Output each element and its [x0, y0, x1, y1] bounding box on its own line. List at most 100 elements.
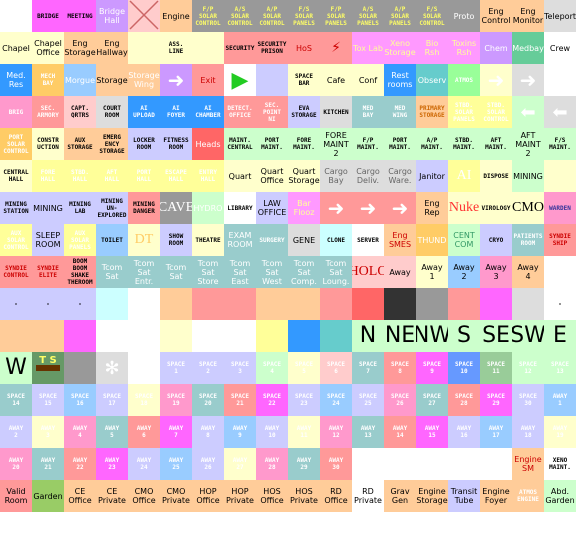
cross-icon: [128, 0, 160, 32]
area-tile-space-5: SPACE 5: [288, 352, 320, 384]
area-tile-grid: BRIDGE MEETING Bridge Hall Engine F/P SOLAR …: [0, 0, 576, 544]
area-tile-tox-lab: Tox Lab: [352, 32, 384, 64]
area-tile-label: BRIG: [8, 108, 24, 116]
area-tile-away-6: AWAY 6: [128, 416, 160, 448]
area-tile-aux-solar-panels: AUX SOLAR PANELS: [64, 224, 96, 256]
area-tile-label: F/S MAINT.: [549, 137, 571, 151]
area-tile-away-3: Away 3: [480, 256, 512, 288]
area-tile-space-29: SPACE 29: [480, 384, 512, 416]
area-tile-label: AWAY 30: [328, 457, 344, 471]
area-tile-server: SERVER: [352, 224, 384, 256]
area-tile-a-s-solar-control: A/S SOLAR CONTROL: [224, 0, 256, 32]
area-tile-label: Crew: [549, 43, 571, 53]
area-tile-space-2: SPACE 2: [192, 352, 224, 384]
area-tile-hos-private: HOS Private: [288, 480, 320, 512]
area-tile-blank: [192, 288, 224, 320]
area-tile-rest-rooms: Rest rooms: [384, 64, 416, 96]
area-tile-away-2: AWAY 2: [0, 416, 32, 448]
area-tile-label: SPACE 14: [6, 393, 26, 407]
area-tile-label: SPACE 12: [518, 361, 538, 375]
area-tile-label: AWAY 21: [40, 457, 56, 471]
area-tile-label: Morgue: [64, 75, 95, 85]
area-tile-label: A/P MAINT.: [421, 137, 443, 151]
area-tile-cent-com: CENT COM: [448, 224, 480, 256]
area-tile-play-arrow-icon: ▶: [224, 64, 256, 96]
area-tile-away-22: AWAY 22: [64, 448, 96, 480]
area-tile-f-s-maint: F/S MAINT.: [544, 128, 576, 160]
area-tile-court-room: COURT ROOM: [96, 96, 128, 128]
area-tile-label: PRIMARY STORAGE: [419, 105, 445, 119]
area-tile-label: E: [553, 323, 567, 348]
area-tile-label: SPACE BAR: [294, 73, 314, 87]
area-tile-eng-storage: Eng Storage: [64, 32, 96, 64]
area-tile-label: AWAY 20: [8, 457, 24, 471]
area-tile-label: WARDEN: [549, 204, 571, 212]
arrow-right-icon: ➜: [327, 195, 345, 220]
area-tile-blank: [128, 320, 160, 352]
area-tile-blank: [512, 288, 544, 320]
area-tile-fore-maint-2: FORE MAINT 2: [320, 128, 352, 160]
area-tile-xeno-maint: XENO MAINT.: [544, 448, 576, 480]
area-tile-mining-un-explored: MINING UN- EXPLORED: [96, 192, 128, 224]
area-tile-away-9: AWAY 9: [224, 416, 256, 448]
area-tile-away-10: AWAY 10: [256, 416, 288, 448]
area-tile-label: SPACE 5: [294, 361, 314, 375]
area-tile-label: Bar Flooz: [293, 199, 315, 217]
area-tile-e: E: [544, 320, 576, 352]
area-tile-label: Bio Rsh: [424, 39, 440, 57]
area-tile-stbd-hall: STBD. HALL: [64, 160, 96, 192]
area-tile-space-1: SPACE 1: [160, 352, 192, 384]
area-tile-space-8: SPACE 8: [384, 352, 416, 384]
arrow-right-icon: ➜: [391, 195, 409, 220]
area-tile-cmo: CMO: [512, 192, 544, 224]
area-tile-cargo-ware: Cargo Ware.: [384, 160, 416, 192]
area-tile-label: SPACE 21: [230, 393, 250, 407]
area-tile-label: Tcom Sat Entr.: [133, 258, 155, 286]
area-tile-label: PORT SOLAR CONTROL: [3, 133, 29, 155]
area-tile-label: SPACE 17: [102, 393, 122, 407]
area-tile-label: SURGERY: [259, 236, 285, 244]
area-tile-ai-upload: AI UPLOAD: [128, 96, 160, 128]
area-tile-label: Medbay: [512, 43, 544, 53]
area-tile-label: SPACE 13: [550, 361, 570, 375]
area-tile-label: FORE MAINT.: [293, 137, 315, 151]
area-tile-label: PORT HALL: [136, 169, 152, 183]
area-tile-aft-maint-2: AFT MAINT 2: [512, 128, 544, 160]
area-tile-law-office: LAW OFFICE: [256, 192, 288, 224]
area-tile-label: FORE MAINT 2: [323, 130, 349, 158]
area-tile-mining-lab: MINING LAB: [64, 192, 96, 224]
area-tile-fore-hall: FORE HALL: [32, 160, 64, 192]
area-tile-label: SPACE 19: [166, 393, 186, 407]
area-tile-label: SYNDIE ELITE: [37, 265, 59, 279]
area-tile-label: EMERG ENCY STORAGE: [99, 133, 125, 155]
area-tile-blank: [352, 288, 384, 320]
area-tile-nw: NW: [416, 320, 448, 352]
area-tile-label: SPACE 11: [486, 361, 506, 375]
area-tile-ce-private: CE Private: [96, 480, 128, 512]
area-tile-constr-uction: CONSTR UCTION: [32, 128, 64, 160]
area-tile-label: AWAY 25: [168, 457, 184, 471]
area-tile-mining-station: MINING STATION: [0, 192, 32, 224]
area-tile-label: PATIENTS ROOM: [513, 233, 543, 247]
area-tile-label: CE Private: [98, 487, 126, 505]
area-tile-ts-emblem-icon: T S: [32, 352, 64, 384]
area-tile-eng-monitor: Eng Monitor: [512, 0, 544, 32]
area-tile-label: SW: [512, 323, 544, 348]
area-tile-port-maint: PORT MAINT.: [256, 128, 288, 160]
area-tile-fitness-room: FITNESS ROOM: [160, 128, 192, 160]
area-tile-label: Eng SMES: [388, 231, 412, 249]
area-tile-space-6: SPACE 6: [320, 352, 352, 384]
area-tile-label: STBD. HALL: [70, 169, 90, 183]
area-tile-label: Tcom Sat East: [229, 258, 251, 286]
area-tile-gear-icon: ✻: [96, 352, 128, 384]
area-tile-label: Engine SM: [514, 455, 542, 473]
area-tile-away-18: AWAY 18: [512, 416, 544, 448]
area-tile-label: HOP Office: [196, 487, 220, 505]
area-tile-label: Chapel Office: [34, 39, 62, 57]
area-tile-dt: DT: [128, 224, 160, 256]
area-tile-morgue: Morgue: [64, 64, 96, 96]
area-tile-chapel-office: Chapel Office: [32, 32, 64, 64]
area-tile-label: SPACE 15: [38, 393, 58, 407]
area-tile-label: STBD. SOLAR CONTROL: [483, 101, 509, 123]
area-tile-blank: [192, 32, 224, 64]
